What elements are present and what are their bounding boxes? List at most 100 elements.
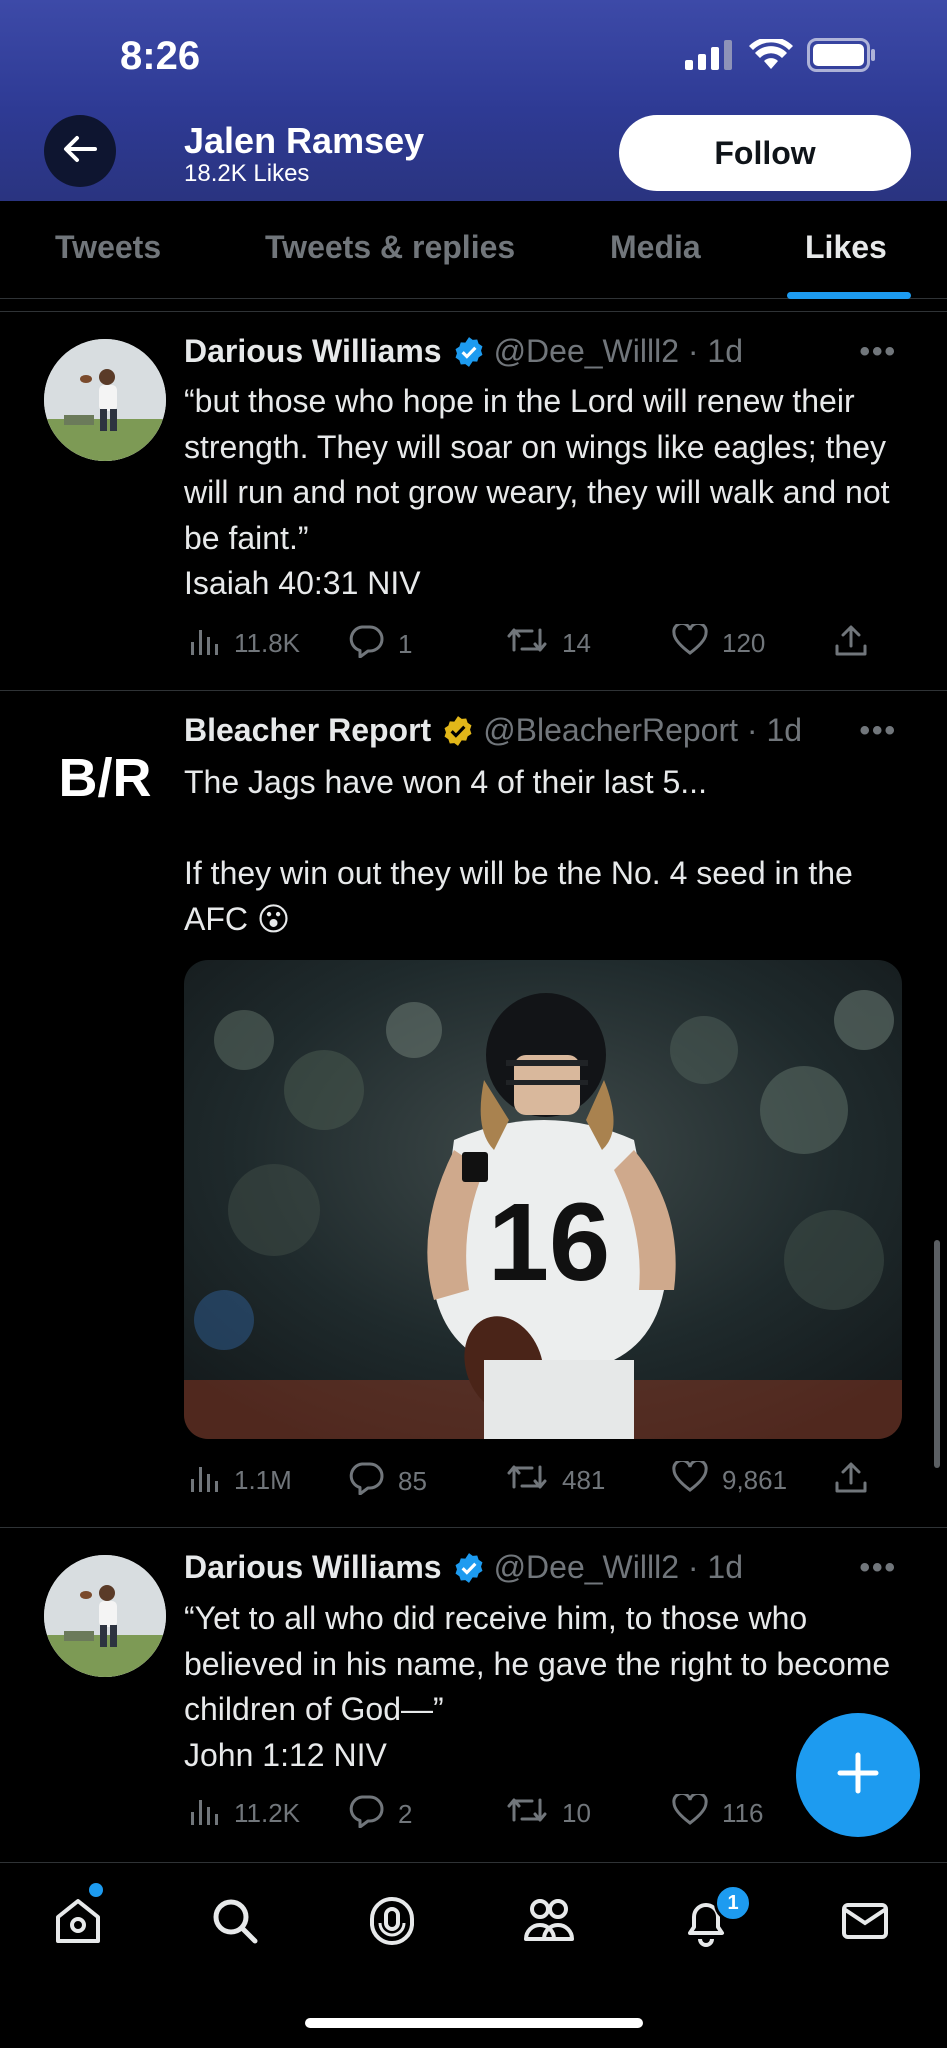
author-handle: @BleacherReport · 1d [483, 712, 803, 748]
heart-icon [672, 621, 708, 663]
share-button[interactable] [834, 624, 868, 665]
retweet-button[interactable]: 10 [506, 1794, 591, 1833]
profile-tabs: Tweets Tweets & replies Media Likes [0, 201, 947, 299]
heart-icon [672, 1458, 708, 1500]
reply-button[interactable]: 85 [348, 1461, 427, 1502]
profile-likes-count: 18.2K Likes [184, 160, 310, 187]
retweet-icon [506, 624, 548, 663]
profile-header: 8:26 Jalen Ramsey 18.2K Likes Follow [0, 0, 947, 201]
tab-media[interactable]: Media [610, 229, 701, 266]
share-icon [834, 624, 868, 665]
share-button[interactable] [834, 1461, 868, 1502]
home-icon [52, 1895, 104, 1952]
status-icons [685, 36, 877, 77]
views-button[interactable]: 1.1M [190, 1461, 292, 1500]
divider [0, 311, 947, 312]
heart-icon [672, 1791, 708, 1833]
messages-icon [839, 1895, 891, 1952]
home-indicator[interactable] [305, 2018, 643, 2028]
divider [0, 1527, 947, 1528]
tweet-image[interactable]: 16 [184, 960, 902, 1439]
verified-badge-icon [452, 335, 486, 369]
tab-tweets-replies[interactable]: Tweets & replies [265, 229, 515, 266]
tweet-text: “but those who hope in the Lord will ren… [184, 383, 890, 601]
retweet-count: 10 [562, 1798, 591, 1828]
tweet-text: The Jags have won 4 of their last 5... I… [184, 764, 853, 937]
reply-icon [348, 1461, 384, 1502]
tweet-header: Darious Williams @Dee_Willl2 · 1d [184, 333, 743, 370]
scrollbar[interactable] [934, 1240, 940, 1468]
profile-name: Jalen Ramsey [184, 120, 425, 161]
communities-icon [522, 1895, 576, 1952]
views-count: 11.8K [234, 628, 301, 658]
reply-count: 2 [398, 1799, 413, 1829]
retweet-count: 14 [562, 628, 591, 658]
arrow-left-icon [63, 135, 97, 168]
views-count: 1.1M [234, 1465, 292, 1495]
tweet-header: Darious Williams @Dee_Willl2 · 1d [184, 1549, 743, 1586]
tweet-header: Bleacher Report @BleacherReport · 1d [184, 712, 802, 749]
nav-search[interactable] [205, 1893, 265, 1953]
verified-badge-icon [441, 714, 475, 748]
views-icon [190, 624, 220, 663]
back-button[interactable] [44, 115, 116, 187]
plus-icon [836, 1751, 880, 1800]
nav-home[interactable] [48, 1893, 108, 1953]
compose-tweet-button[interactable] [796, 1713, 920, 1837]
wifi-icon [749, 36, 793, 76]
search-icon [209, 1895, 261, 1952]
author-handle: @Dee_Willl2 · 1d [493, 333, 744, 369]
like-count: 116 [722, 1798, 764, 1828]
nav-spaces[interactable] [362, 1893, 422, 1953]
home-unread-dot [89, 1883, 103, 1897]
reply-icon [348, 624, 384, 665]
retweet-icon [506, 1794, 548, 1833]
notification-count-badge: 1 [714, 1884, 752, 1922]
tweet-actions: 11.2K 2 10 116 [184, 1791, 884, 1835]
like-button[interactable]: 120 [672, 621, 765, 663]
author-name[interactable]: Darious Williams [184, 1549, 442, 1586]
like-button[interactable]: 9,861 [672, 1458, 788, 1500]
active-tab-indicator [787, 292, 911, 299]
retweet-button[interactable]: 14 [506, 624, 591, 663]
views-button[interactable]: 11.8K [190, 624, 300, 663]
reply-count: 1 [398, 629, 413, 659]
avatar[interactable] [44, 1555, 166, 1677]
author-handle: @Dee_Willl2 · 1d [493, 1549, 744, 1585]
avatar[interactable]: B/R [44, 718, 166, 840]
more-options-icon[interactable]: ••• [859, 1551, 897, 1585]
reply-button[interactable]: 1 [348, 624, 412, 665]
bleacher-report-logo: B/R [59, 748, 152, 808]
like-count: 9,861 [722, 1465, 788, 1495]
signal-icon [685, 40, 735, 75]
jersey-number: 16 [488, 1181, 610, 1304]
author-name[interactable]: Darious Williams [184, 333, 442, 370]
reply-count: 85 [398, 1466, 427, 1496]
tweet-actions: 1.1M 85 481 9,861 [184, 1458, 884, 1502]
tweet-actions: 11.8K 1 14 120 [184, 621, 884, 665]
retweet-button[interactable]: 481 [506, 1461, 605, 1500]
author-name[interactable]: Bleacher Report [184, 712, 431, 749]
battery-icon [807, 38, 877, 77]
status-time: 8:26 [120, 34, 201, 78]
tab-tweets[interactable]: Tweets [55, 229, 161, 266]
avatar[interactable] [44, 339, 166, 461]
views-count: 11.2K [234, 1798, 301, 1828]
follow-button[interactable]: Follow [619, 115, 911, 191]
views-icon [190, 1461, 220, 1500]
retweet-count: 481 [562, 1465, 606, 1495]
more-options-icon[interactable]: ••• [859, 335, 897, 369]
divider [0, 690, 947, 691]
tab-likes[interactable]: Likes [805, 229, 887, 266]
nav-messages[interactable] [835, 1893, 895, 1953]
views-button[interactable]: 11.2K [190, 1794, 300, 1833]
reply-button[interactable]: 2 [348, 1794, 412, 1835]
reply-icon [348, 1794, 384, 1835]
retweet-icon [506, 1461, 548, 1500]
nav-communities[interactable] [519, 1893, 579, 1953]
spaces-icon [366, 1895, 418, 1952]
verified-badge-icon [452, 1551, 486, 1585]
like-button[interactable]: 116 [672, 1791, 764, 1833]
more-options-icon[interactable]: ••• [859, 714, 897, 748]
share-icon [834, 1461, 868, 1502]
